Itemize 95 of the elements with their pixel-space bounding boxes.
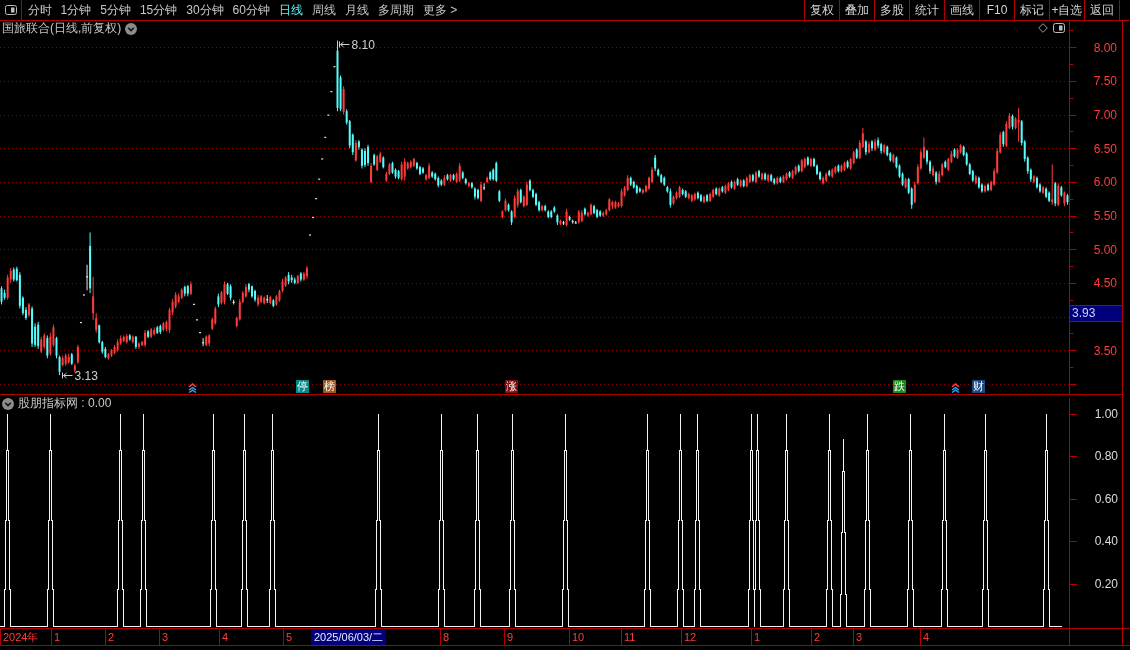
period-tab[interactable]: 分时 <box>23 0 56 20</box>
candlestick <box>590 202 592 217</box>
candlestick <box>86 264 89 291</box>
candlestick <box>877 136 880 149</box>
period-tab[interactable]: 多周期 <box>373 0 419 20</box>
candlestick <box>214 305 217 326</box>
indicator-title: 股朋指标网 : 0.00 <box>18 395 112 412</box>
chevron-down-icon[interactable] <box>125 22 138 35</box>
panel-icon <box>4 5 17 15</box>
time-axis-label: 1 <box>751 629 761 645</box>
candlestick <box>324 136 327 139</box>
candlestick <box>403 157 406 182</box>
period-tab[interactable]: 更多 > <box>418 0 462 20</box>
candlestick <box>55 336 58 359</box>
candlestick <box>250 285 253 299</box>
period-tab[interactable]: 月线 <box>340 0 374 20</box>
price-extreme-label: 3.13 <box>74 369 98 383</box>
indicator-axis-label: 0.60 <box>1094 491 1118 506</box>
chevron-up-stack-icon[interactable] <box>951 383 960 393</box>
time-axis-label: 4 <box>920 629 930 645</box>
indicator-axis-label: 0.40 <box>1094 534 1118 549</box>
candlestick <box>58 355 61 376</box>
period-tab[interactable]: 30分钟 <box>181 0 229 20</box>
price-axis-label: 7.50 <box>1093 74 1117 89</box>
time-axis-label: 2024年 <box>0 629 39 645</box>
cursor-price-label: 3.93 <box>1070 305 1122 322</box>
leader-arrow <box>62 372 73 379</box>
period-tab[interactable]: 1分钟 <box>56 0 96 20</box>
candlestick <box>422 166 425 175</box>
time-axis-label: 5 <box>283 629 293 645</box>
price-axis-label: 4.50 <box>1093 276 1117 291</box>
period-tab[interactable]: 15分钟 <box>135 0 182 20</box>
event-tag[interactable]: 涨 <box>505 380 518 393</box>
price-extreme-label: 8.10 <box>351 38 375 52</box>
price-axis-label: 3.50 <box>1093 343 1117 358</box>
candlestick <box>0 285 3 305</box>
candlestick <box>363 147 366 168</box>
period-tab[interactable]: 5分钟 <box>95 0 136 20</box>
cursor-date-label: 2025/06/03/二 <box>311 629 387 645</box>
candlestick <box>1051 163 1054 206</box>
candlestick <box>483 182 486 191</box>
chevron-up-stack-icon[interactable] <box>188 383 197 393</box>
candlestick <box>76 344 79 365</box>
price-axis-label: 8.00 <box>1093 40 1117 55</box>
time-axis-label: 8 <box>440 629 450 645</box>
price-axis-label: 6.00 <box>1093 175 1117 190</box>
price-axis-label: 7.00 <box>1093 108 1117 123</box>
candlestick <box>871 139 873 152</box>
candlestick <box>37 321 40 350</box>
period-tab[interactable]: 周线 <box>307 0 341 20</box>
chevron-down-icon[interactable] <box>2 397 14 410</box>
time-axis-label: 11 <box>621 629 636 645</box>
candlestick <box>480 181 483 203</box>
price-axis-label: 5.00 <box>1093 242 1117 257</box>
panel-icon <box>1053 23 1065 33</box>
indicator-axis-label: 0.20 <box>1094 576 1118 591</box>
price-axis-label: 5.50 <box>1093 209 1117 224</box>
candlestick <box>495 161 498 183</box>
period-tab[interactable]: 日线 <box>274 0 308 20</box>
time-axis-label: 2 <box>105 629 115 645</box>
time-axis-label: 12 <box>681 629 697 645</box>
period-tab[interactable]: 60分钟 <box>228 0 275 20</box>
candlestick <box>757 169 760 179</box>
indicator-axis-label: 0.80 <box>1094 449 1118 464</box>
candlestick <box>354 139 357 163</box>
indicator-axis-label: 1.00 <box>1094 407 1118 421</box>
event-tag[interactable]: 跌 <box>893 380 906 393</box>
time-axis-label: 2 <box>811 629 821 645</box>
candlestick <box>202 337 205 347</box>
candlestick <box>477 188 479 200</box>
candlestick <box>761 171 764 182</box>
time-axis-label: 1 <box>51 629 61 645</box>
time-axis-label: 3 <box>159 629 169 645</box>
time-axis-label: 10 <box>569 629 585 645</box>
event-tag[interactable]: 停 <box>296 380 309 393</box>
candlestick <box>342 85 345 116</box>
time-axis-label: 4 <box>219 629 229 645</box>
candlestick <box>913 181 916 204</box>
leader-arrow <box>339 41 350 48</box>
price-axis-label: 6.50 <box>1093 141 1117 156</box>
time-axis-label: 9 <box>504 629 514 645</box>
event-tag[interactable]: 财 <box>972 380 985 393</box>
diamond-icon[interactable] <box>1038 23 1048 33</box>
candlestick <box>223 281 226 305</box>
candlestick <box>28 302 31 318</box>
candlestick <box>367 144 370 167</box>
candlestick <box>1005 120 1008 148</box>
toolbar-button[interactable]: +自选 <box>1049 0 1084 20</box>
candlestick <box>312 216 315 219</box>
candlestick <box>46 334 49 359</box>
chart-title: 国旅联合(日线,前复权) <box>2 20 122 37</box>
candlestick <box>79 321 82 324</box>
time-axis-label: 3 <box>853 629 863 645</box>
event-tag[interactable]: 榜 <box>323 380 336 393</box>
candlestick <box>370 162 373 184</box>
